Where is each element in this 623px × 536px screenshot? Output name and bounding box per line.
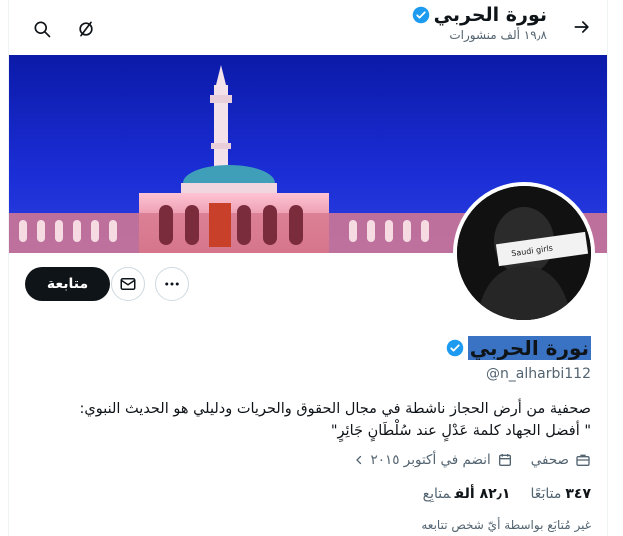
follow-button[interactable]: متابعة bbox=[25, 267, 110, 301]
top-bar: نورة الحربي ١٩٫٨ ألف منشورات bbox=[9, 0, 607, 54]
bio: صحفية من أرض الحجاز ناشطة في مجال الحقوق… bbox=[25, 398, 591, 442]
following-count[interactable]: ٣٤٧متابَعًا bbox=[530, 486, 591, 502]
display-name: نورة الحربي bbox=[467, 336, 591, 360]
join-date: انضم في أكتوبر ٢٠١٥ bbox=[353, 452, 513, 468]
followers-count[interactable]: ٨٢٫١ ألفمتابِع bbox=[423, 486, 511, 502]
back-button[interactable] bbox=[565, 10, 599, 44]
name-row: نورة الحربي bbox=[25, 336, 591, 360]
chevron-icon bbox=[355, 455, 361, 465]
verified-icon bbox=[446, 339, 464, 357]
search-button[interactable] bbox=[25, 12, 59, 46]
hide-icon bbox=[79, 21, 93, 37]
hide-button[interactable] bbox=[69, 12, 103, 46]
more-icon bbox=[165, 282, 179, 286]
back-arrow-icon bbox=[574, 21, 589, 33]
mail-icon bbox=[120, 278, 136, 290]
follow-counts: ٣٤٧متابَعًا ٨٢٫١ ألفمتابِع bbox=[25, 486, 591, 502]
bio-line: " أفضل الجهاد كلمة عَدْلٍ عند سُلْطَانٍ … bbox=[330, 423, 591, 439]
message-button[interactable] bbox=[111, 267, 145, 301]
not-followed-note: غير مُتابَع بواسطة أيّ شخص تتابعه bbox=[421, 518, 591, 532]
calendar-icon bbox=[498, 454, 511, 466]
briefcase-icon bbox=[576, 454, 590, 466]
header-name: نورة الحربي bbox=[433, 4, 547, 26]
search-icon bbox=[34, 21, 51, 38]
handle: @n_alharbi112 bbox=[485, 366, 591, 382]
profile-page: نورة الحربي ١٩٫٨ ألف منشورات Saudi girls… bbox=[8, 0, 608, 536]
posts-count: ١٩٫٨ ألف منشورات bbox=[449, 28, 547, 42]
verified-icon bbox=[412, 6, 430, 24]
avatar[interactable]: Saudi girls bbox=[453, 182, 595, 324]
bio-line: صحفية من أرض الحجاز ناشطة في مجال الحقوق… bbox=[79, 401, 591, 417]
more-button[interactable] bbox=[155, 267, 189, 301]
profile-meta: صحفي انضم في أكتوبر ٢٠١٥ bbox=[25, 452, 591, 468]
category: صحفي bbox=[531, 452, 591, 468]
header-title: نورة الحربي ١٩٫٨ ألف منشورات bbox=[412, 4, 547, 42]
